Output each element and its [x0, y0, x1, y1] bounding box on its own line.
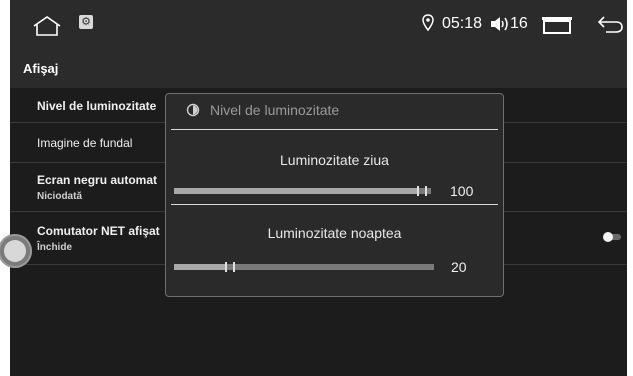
night-brightness-value: 20	[451, 259, 467, 275]
slider-thumb-mark	[233, 262, 235, 272]
page-title: Afişaj	[23, 61, 59, 76]
dialog-divider	[171, 129, 498, 130]
day-brightness-value: 100	[450, 183, 474, 199]
toggle-knob	[603, 232, 613, 242]
settings-gear-icon[interactable]: ⚙	[79, 15, 93, 29]
list-item-subtitle: Închide	[37, 242, 73, 253]
night-brightness-label: Luminozitate noaptea	[267, 225, 402, 241]
clock: 05:18	[442, 15, 483, 32]
night-brightness-slider[interactable]	[174, 262, 434, 272]
home-icon[interactable]	[32, 15, 62, 37]
slider-thumb[interactable]	[417, 186, 419, 196]
net-display-toggle[interactable]	[603, 232, 623, 242]
day-brightness-label: Luminozitate ziua	[280, 152, 389, 168]
slider-fill	[174, 188, 417, 194]
screen: ⚙ 05:18 16 Afişaj Nivel de luminozitate …	[10, 0, 627, 376]
list-item-title: Imagine de fundal	[37, 136, 133, 150]
status-bar: ⚙ 05:18 16	[10, 0, 627, 50]
list-item-title: Ecran negru automat	[37, 173, 158, 187]
assistive-touch-knob	[4, 240, 26, 262]
list-item-title: Nivel de luminozitate	[37, 99, 157, 113]
list-item-title: Comutator NET afişat	[37, 224, 160, 238]
volume-level: 16	[510, 15, 528, 32]
dialog-divider	[171, 204, 498, 205]
list-item-subtitle: Niciodată	[37, 191, 83, 202]
slider-thumb[interactable]	[225, 262, 227, 272]
volume-icon[interactable]	[488, 15, 510, 33]
back-arrow-icon[interactable]	[596, 14, 624, 34]
location-pin-icon	[422, 14, 434, 32]
day-brightness-slider[interactable]	[174, 186, 431, 196]
dialog-title: Nivel de luminozitate	[210, 102, 340, 118]
brightness-icon	[186, 103, 200, 117]
slider-fill	[174, 264, 225, 270]
slider-thumb-mark	[425, 186, 427, 196]
page-header: Afişaj	[10, 50, 627, 88]
brightness-dialog: Nivel de luminozitate Luminozitate ziua …	[165, 93, 504, 297]
recent-apps-icon[interactable]	[541, 16, 573, 34]
